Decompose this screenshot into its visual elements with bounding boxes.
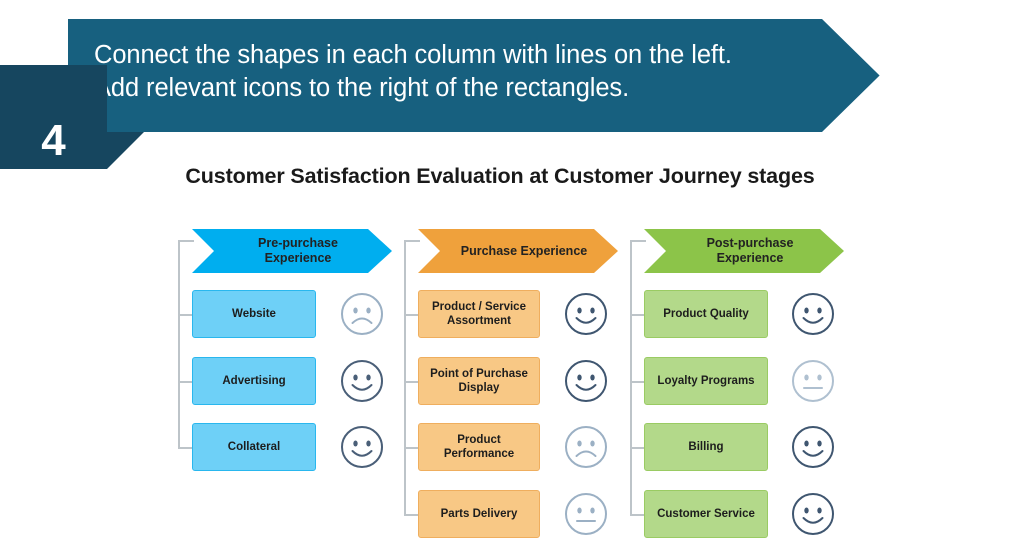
journey-item-label: Point of Purchase Display xyxy=(430,367,528,394)
journey-item-label: Website xyxy=(232,308,276,320)
column-header-chevron[interactable]: Post-purchase Experience xyxy=(644,229,844,273)
journey-item-row: Loyalty Programs xyxy=(644,356,895,405)
journey-item-box[interactable]: Loyalty Programs xyxy=(644,356,768,405)
instruction-banner: Connect the shapes in each column with l… xyxy=(68,19,912,132)
happy-face-icon[interactable] xyxy=(563,358,609,404)
happy-face-icon[interactable] xyxy=(339,424,385,470)
journey-item-label: Customer Service xyxy=(657,507,755,520)
journey-item-label: Advertising xyxy=(222,374,286,387)
journey-item-row: Billing xyxy=(644,423,895,471)
journey-item-box[interactable]: Collateral xyxy=(192,423,316,471)
sad-face-icon[interactable] xyxy=(563,424,609,470)
happy-face-icon[interactable] xyxy=(339,358,385,404)
page-title: Customer Satisfaction Evaluation at Cust… xyxy=(185,164,815,188)
neutral-face-icon[interactable] xyxy=(790,358,836,404)
journey-item-box[interactable]: Customer Service xyxy=(644,489,768,538)
sad-face-icon[interactable] xyxy=(339,291,385,337)
happy-face-icon[interactable] xyxy=(563,291,609,337)
journey-item-box[interactable]: Billing xyxy=(644,423,768,471)
journey-item-box[interactable]: Product Quality xyxy=(644,290,768,338)
journey-item-row: Product Quality xyxy=(644,290,895,338)
journey-item-box[interactable]: Advertising xyxy=(192,356,316,405)
journey-item-box[interactable]: Parts Delivery xyxy=(418,489,540,538)
column-header-label: Pre-purchase Experience xyxy=(258,236,338,265)
happy-face-icon[interactable] xyxy=(790,491,836,537)
journey-item-label: Product Quality xyxy=(663,308,749,320)
journey-item-box[interactable]: Website xyxy=(192,290,316,338)
happy-face-icon[interactable] xyxy=(790,291,836,337)
journey-item-label: Product Performance xyxy=(443,434,515,460)
journey-item-label: Loyalty Programs xyxy=(657,374,755,387)
connector-line xyxy=(178,240,194,447)
step-number-label: 4 xyxy=(41,116,66,165)
step-number-badge: 4 xyxy=(0,65,107,169)
column-header-label: Post-purchase Experience xyxy=(706,236,794,265)
journey-item-box[interactable]: Point of Purchase Display xyxy=(418,356,540,405)
column-header-chevron[interactable]: Purchase Experience xyxy=(418,229,618,273)
journey-item-box[interactable]: Product Performance xyxy=(418,423,540,471)
column-header-chevron[interactable]: Pre-purchase Experience xyxy=(192,229,392,273)
journey-item-row: Customer Service xyxy=(644,489,895,538)
neutral-face-icon[interactable] xyxy=(563,491,609,537)
journey-item-box[interactable]: Product / Service Assortment xyxy=(418,290,540,338)
journey-item-label: Parts Delivery xyxy=(440,507,518,520)
instruction-text: Connect the shapes in each column with l… xyxy=(94,41,732,102)
journey-item-label: Product / Service Assortment xyxy=(432,301,526,327)
journey-item-label: Collateral xyxy=(227,441,281,453)
journey-item-label: Billing xyxy=(688,441,724,453)
happy-face-icon[interactable] xyxy=(790,424,836,470)
customer-journey-diagram: Pre-purchase Experience Website Advertisin… xyxy=(0,218,1024,553)
column-header-label: Purchase Experience xyxy=(460,243,588,258)
